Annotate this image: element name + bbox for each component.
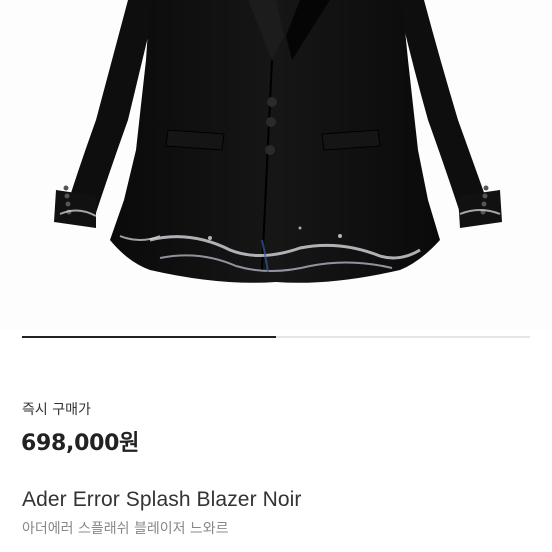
image-carousel-progress: [22, 336, 530, 338]
product-name: Ader Error Splash Blazer Noir: [22, 488, 302, 511]
image-carousel-progress-fill: [22, 336, 276, 338]
instant-buy-price-label: 즉시 구매가: [22, 402, 91, 418]
blazer-illustration: [54, 0, 502, 283]
product-name-korean: 아더에러 스플래쉬 블레이저 느와르: [22, 521, 229, 537]
price-value: 698,000원: [21, 431, 140, 456]
product-image[interactable]: [0, 0, 552, 330]
